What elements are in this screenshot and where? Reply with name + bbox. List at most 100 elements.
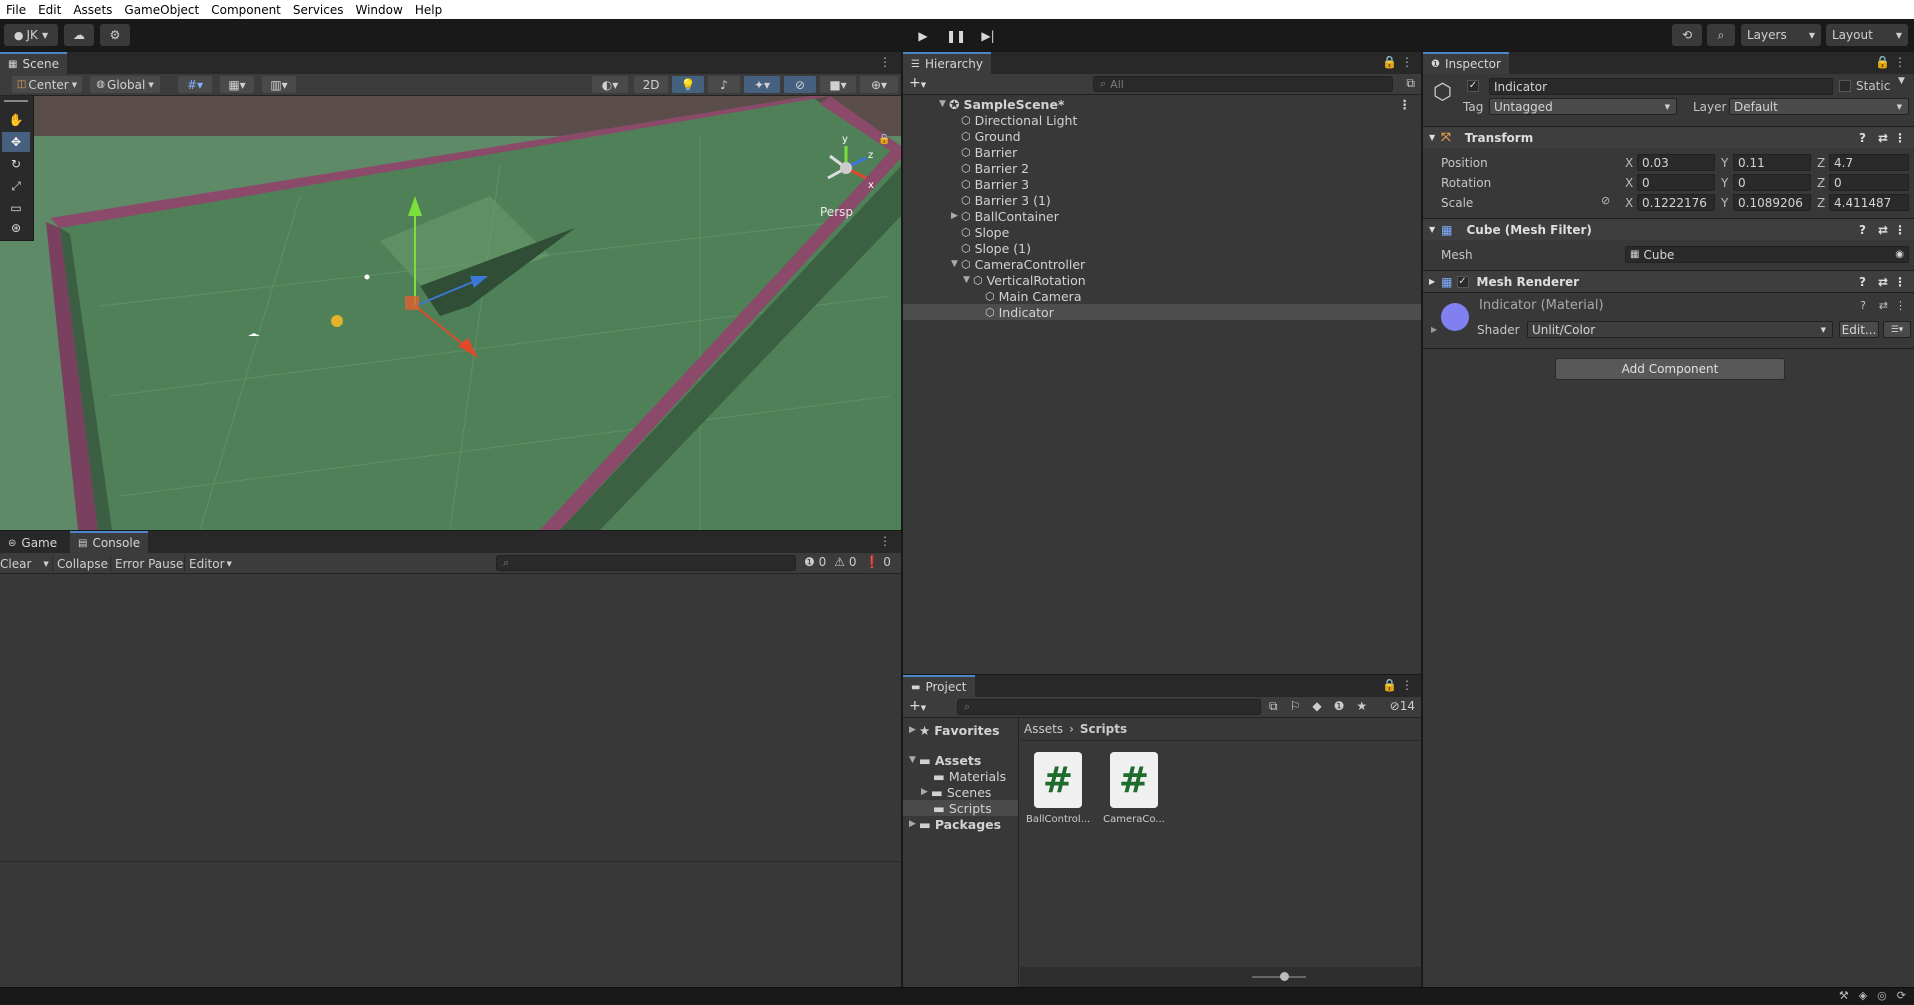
- mesh-renderer-header[interactable]: ▶ ▦ ✓ Mesh Renderer ? ⇄ ⋮: [1423, 270, 1914, 292]
- object-picker-icon[interactable]: ◉: [1895, 249, 1904, 260]
- collab-button[interactable]: ⚙: [100, 24, 130, 46]
- assets-row[interactable]: ▼ ▬ Assets: [903, 752, 1018, 768]
- static-checkbox[interactable]: [1839, 80, 1851, 92]
- 2d-toggle[interactable]: 2D: [634, 76, 668, 93]
- hierarchy-row[interactable]: ▼ ⬡ VerticalRotation: [903, 272, 1421, 288]
- kebab-menu-icon[interactable]: ⋮: [879, 534, 891, 548]
- tab-game[interactable]: ⊜ Game: [0, 531, 66, 553]
- chevron-down-icon[interactable]: ▼: [963, 275, 973, 285]
- tab-hierarchy[interactable]: ☰ Hierarchy: [903, 52, 991, 74]
- search-button[interactable]: ⌕: [1707, 24, 1735, 46]
- enabled-checkbox[interactable]: ✓: [1456, 275, 1469, 288]
- rotation-y-field[interactable]: 0: [1733, 174, 1811, 191]
- error-pause-button[interactable]: Error Pause: [110, 555, 188, 572]
- chevron-down-icon[interactable]: ▼: [951, 259, 961, 269]
- step-button[interactable]: ▶|: [974, 25, 1002, 47]
- tag-icon[interactable]: ◆: [1312, 699, 1321, 714]
- lock-icon[interactable]: 🔒: [1382, 55, 1397, 69]
- mesh-object-field[interactable]: ▦ Cube ◉: [1625, 246, 1909, 263]
- star-icon[interactable]: ★: [1356, 699, 1367, 714]
- help-icon[interactable]: ?: [1860, 299, 1866, 312]
- kebab-menu-icon[interactable]: ⋮: [1894, 55, 1906, 69]
- kebab-menu-icon[interactable]: ⋮: [879, 55, 891, 69]
- menu-edit[interactable]: Edit: [32, 3, 67, 17]
- play-button[interactable]: ▶: [909, 25, 937, 47]
- layer-dropdown[interactable]: Default ▼: [1729, 98, 1909, 115]
- grid-snap-button[interactable]: #▾: [178, 76, 212, 93]
- draw-mode-button[interactable]: ◐▾: [592, 76, 628, 93]
- help-icon[interactable]: ?: [1859, 275, 1866, 289]
- hierarchy-row[interactable]: ⬡ Barrier 2: [903, 160, 1421, 176]
- rotate-tool-button[interactable]: ↻: [2, 154, 30, 174]
- zoom-slider-handle[interactable]: [1280, 972, 1289, 981]
- chevron-down-icon[interactable]: ▼: [1898, 76, 1905, 86]
- rect-tool-button[interactable]: ▭: [2, 198, 30, 218]
- console-divider[interactable]: [0, 861, 901, 862]
- kebab-menu-icon[interactable]: ⋮: [1894, 223, 1906, 237]
- hierarchy-row[interactable]: ⬡ Slope: [903, 224, 1421, 240]
- menu-file[interactable]: File: [0, 3, 32, 17]
- presets-icon[interactable]: ⇄: [1878, 275, 1888, 289]
- audio-toggle[interactable]: ♪: [708, 76, 740, 93]
- move-tool-button[interactable]: ✥: [2, 132, 30, 152]
- breadcrumb-assets[interactable]: Assets: [1024, 722, 1063, 736]
- scale-x-field[interactable]: 0.1222176: [1637, 194, 1715, 211]
- undo-history-button[interactable]: ⟲: [1672, 24, 1702, 46]
- collapse-button[interactable]: Collapse: [52, 555, 112, 572]
- project-search-input[interactable]: ⌕: [957, 699, 1261, 715]
- pivot-dropdown[interactable]: ◫ Center ▼: [12, 76, 82, 93]
- lock-icon[interactable]: 🔒: [1875, 55, 1890, 69]
- tab-project[interactable]: ▬ Project: [903, 675, 975, 697]
- link-icon[interactable]: ⊘: [1601, 194, 1610, 207]
- space-dropdown[interactable]: ◍ Global ▼: [90, 76, 160, 93]
- hierarchy-row[interactable]: ⬡ Ground: [903, 128, 1421, 144]
- kebab-menu-icon[interactable]: ⋮: [1399, 97, 1412, 112]
- hierarchy-row[interactable]: ▶ ⬡ BallContainer: [903, 208, 1421, 224]
- tab-scene[interactable]: ▦ Scene: [0, 52, 68, 74]
- search-by-type-icon[interactable]: ⧉: [1269, 699, 1278, 714]
- editor-dropdown[interactable]: Editor ▼: [184, 555, 236, 572]
- kebab-menu-icon[interactable]: ⋮: [1894, 131, 1906, 145]
- warning-count-button[interactable]: ⚠ 0: [834, 555, 856, 569]
- gizmos-button[interactable]: ⊕▾: [860, 76, 898, 93]
- create-button[interactable]: +▼: [909, 75, 926, 91]
- material-preview-icon[interactable]: [1441, 303, 1469, 331]
- kebab-menu-icon[interactable]: ⋮: [1895, 299, 1906, 312]
- performance-icon[interactable]: ◎: [1877, 989, 1887, 1002]
- rotation-x-field[interactable]: 0: [1637, 174, 1715, 191]
- menu-window[interactable]: Window: [350, 3, 409, 17]
- chevron-right-icon[interactable]: ▶: [909, 725, 919, 735]
- help-icon[interactable]: ?: [1859, 131, 1866, 145]
- transform-header[interactable]: ▼ ⤧ Transform ? ⇄ ⋮: [1423, 126, 1914, 148]
- mesh-filter-header[interactable]: ▼ ▦ Cube (Mesh Filter) ? ⇄ ⋮: [1423, 218, 1914, 240]
- chevron-right-icon[interactable]: ▶: [1431, 325, 1437, 334]
- edit-shader-button[interactable]: Edit...: [1839, 321, 1879, 338]
- hierarchy-row[interactable]: ⬡ Indicator: [903, 304, 1421, 320]
- hierarchy-row[interactable]: ⬡ Main Camera: [903, 288, 1421, 304]
- kebab-menu-icon[interactable]: ⋮: [1894, 275, 1906, 289]
- info-icon[interactable]: ❶: [1334, 699, 1345, 714]
- tab-console[interactable]: ▤ Console: [70, 531, 149, 553]
- favorites-row[interactable]: ▶ ★ Favorites: [903, 722, 1018, 738]
- increment-snap-button[interactable]: ▥▾: [262, 76, 296, 93]
- help-icon[interactable]: ?: [1859, 223, 1866, 237]
- scene-viewport[interactable]: y z x Persp 🔒: [0, 96, 901, 530]
- cloud-button[interactable]: ☁: [64, 24, 94, 46]
- menu-services[interactable]: Services: [287, 3, 350, 17]
- presets-icon[interactable]: ⇄: [1878, 131, 1888, 145]
- hierarchy-row[interactable]: ⬡ Barrier: [903, 144, 1421, 160]
- pause-button[interactable]: ❚❚: [942, 25, 970, 47]
- position-y-field[interactable]: 0.11: [1733, 154, 1811, 171]
- create-asset-button[interactable]: +▼: [909, 698, 926, 714]
- folder-row[interactable]: ▬ Materials: [903, 768, 1018, 784]
- lighting-toggle[interactable]: 💡: [672, 76, 704, 93]
- effects-toggle[interactable]: ✦▾: [744, 76, 780, 93]
- presets-icon[interactable]: ⇄: [1879, 299, 1888, 312]
- hierarchy-row[interactable]: ⬡ Slope (1): [903, 240, 1421, 256]
- position-x-field[interactable]: 0.03: [1637, 154, 1715, 171]
- hierarchy-row[interactable]: ▼ ⬡ CameraController: [903, 256, 1421, 272]
- search-by-label-icon[interactable]: ⚐: [1290, 699, 1301, 714]
- tab-inspector[interactable]: ❶ Inspector: [1423, 52, 1509, 74]
- debug-icon[interactable]: ⚒: [1839, 989, 1849, 1002]
- breadcrumb-scripts[interactable]: Scripts: [1080, 722, 1127, 736]
